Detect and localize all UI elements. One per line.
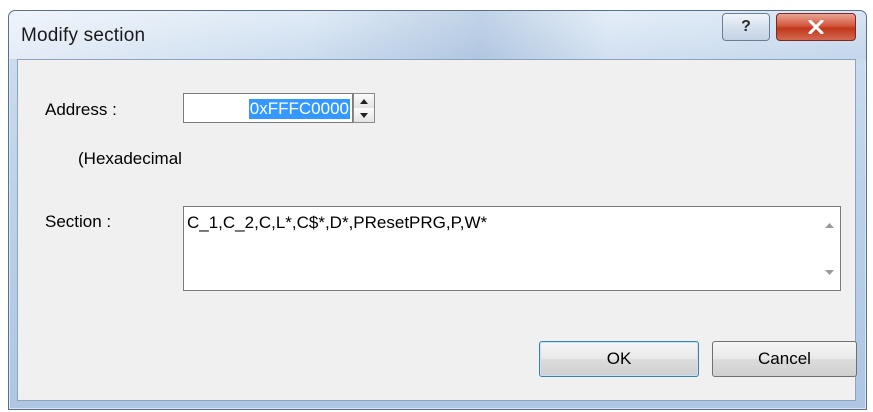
dialog-title: Modify section — [21, 25, 146, 46]
address-input[interactable]: 0xFFFC0000 — [183, 93, 353, 123]
title-bar[interactable]: Modify section ? — [9, 11, 866, 59]
close-button[interactable] — [776, 13, 856, 41]
cancel-button[interactable]: Cancel — [712, 341, 857, 377]
help-button[interactable]: ? — [722, 13, 770, 41]
address-label: Address : — [45, 100, 117, 119]
scroll-down-button[interactable] — [818, 262, 840, 282]
section-scrollbar[interactable] — [818, 207, 840, 290]
scroll-up-button[interactable] — [818, 215, 840, 235]
modify-section-dialog: Modify section ? Address : 0xFFFC0000 (H… — [8, 10, 867, 410]
dialog-body: Address : 0xFFFC0000 (Hexadecimal Sectio… — [17, 59, 857, 401]
scroll-down-icon — [824, 269, 834, 275]
triangle-down-icon — [360, 112, 368, 118]
help-icon: ? — [741, 18, 751, 35]
section-textarea[interactable]: C_1,C_2,C,L*,C$*,D*,PResetPRG,P,W* — [183, 206, 841, 291]
spin-up-button[interactable] — [354, 94, 374, 109]
ok-button[interactable]: OK — [539, 341, 699, 377]
address-value: 0xFFFC0000 — [248, 99, 350, 119]
address-spinner[interactable] — [353, 93, 375, 123]
scroll-up-icon — [824, 222, 834, 228]
close-icon — [808, 20, 824, 34]
spin-down-button[interactable] — [354, 108, 374, 122]
section-label: Section : — [45, 212, 112, 231]
triangle-up-icon — [360, 98, 368, 104]
section-value: C_1,C_2,C,L*,C$*,D*,PResetPRG,P,W* — [187, 213, 488, 232]
address-format-hint: (Hexadecimal — [78, 149, 182, 168]
